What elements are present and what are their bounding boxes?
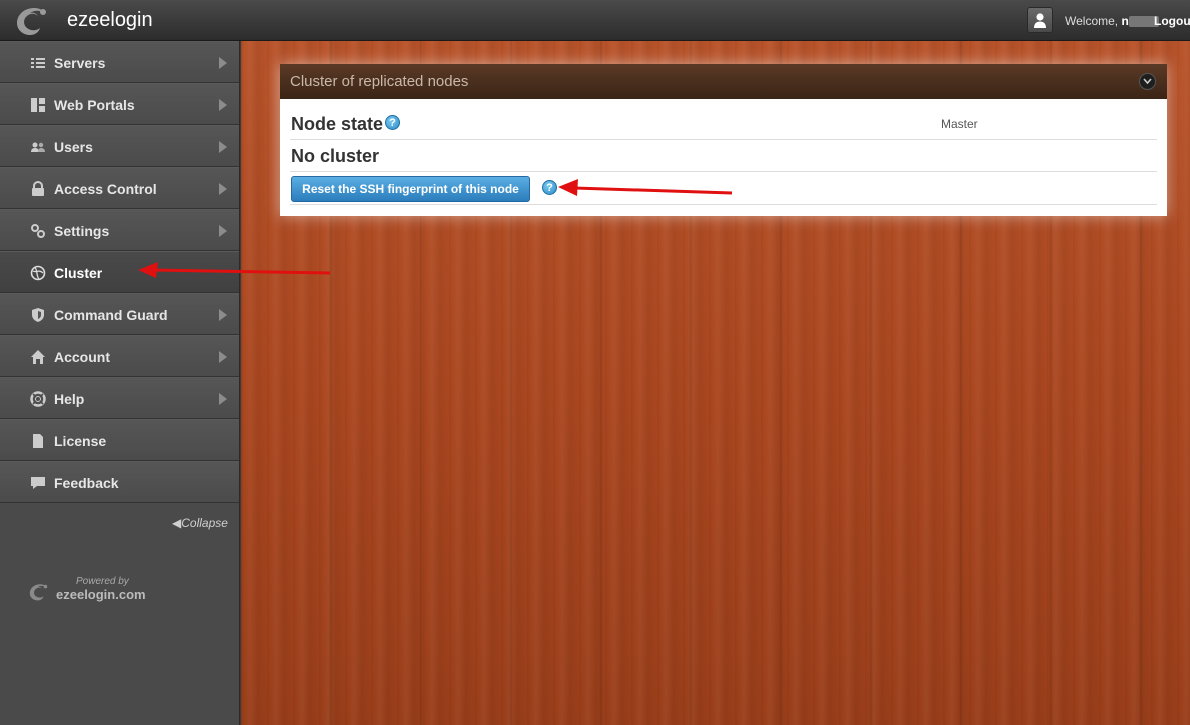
no-cluster-row: No cluster	[290, 140, 1157, 172]
chevron-down-icon	[1143, 78, 1152, 85]
collapse-label: Collapse	[181, 516, 228, 530]
top-bar: ezeelogin Welcome, n Logout	[0, 0, 1190, 41]
sidebar-item-license[interactable]: License	[0, 419, 239, 461]
chevron-right-icon	[219, 99, 227, 111]
sidebar-item-label: Access Control	[54, 181, 157, 197]
welcome-text: Welcome, n	[1065, 14, 1159, 28]
sidebar-item-help[interactable]: Help	[0, 377, 239, 419]
reset-ssh-fingerprint-button[interactable]: Reset the SSH fingerprint of this node	[291, 176, 530, 202]
comment-icon	[31, 477, 45, 489]
cluster-panel: Cluster of replicated nodes Node state ?…	[280, 64, 1167, 216]
panel-header: Cluster of replicated nodes	[280, 64, 1167, 99]
sidebar-item-label: Users	[54, 139, 93, 155]
collapse-sidebar-link[interactable]: ◀Collapse	[172, 516, 228, 530]
sidebar-item-label: Settings	[54, 223, 110, 239]
sidebar-item-label: Feedback	[54, 475, 119, 491]
list-icon	[31, 58, 45, 68]
node-state-value: Master	[941, 117, 978, 131]
users-icon	[31, 142, 45, 152]
sidebar-item-label: License	[54, 433, 107, 449]
help-icon[interactable]: ?	[542, 180, 557, 195]
sidebar-item-cluster[interactable]: Cluster	[0, 251, 239, 293]
node-state-label: Node state	[291, 114, 384, 134]
sidebar-item-servers[interactable]: Servers	[0, 41, 239, 83]
sidebar-item-command-guard[interactable]: Command Guard	[0, 293, 239, 335]
globe-icon	[30, 265, 46, 281]
sidebar-item-label: Web Portals	[54, 97, 135, 113]
chevron-right-icon	[219, 393, 227, 405]
chevron-right-icon	[219, 309, 227, 321]
app-brand[interactable]: ezeelogin	[67, 9, 153, 32]
no-cluster-label: No cluster	[291, 146, 380, 166]
panel-body: Node state ? Master No cluster Reset the…	[280, 99, 1167, 216]
powered-by-text: Powered by	[76, 576, 129, 587]
user-profile-button[interactable]	[1027, 7, 1053, 33]
chevron-right-icon	[219, 57, 227, 69]
sidebar-item-label: Account	[54, 349, 110, 365]
shield-icon	[32, 308, 44, 322]
sidebar-item-account[interactable]: Account	[0, 335, 239, 377]
document-icon	[33, 434, 43, 448]
sidebar-item-label: Cluster	[54, 265, 103, 281]
sidebar-item-users[interactable]: Users	[0, 125, 239, 167]
ezeelogin-small-logo-icon	[29, 584, 48, 601]
reset-fingerprint-row: Reset the SSH fingerprint of this node ?	[290, 172, 1157, 205]
chevron-right-icon	[219, 225, 227, 237]
sidebar-item-label: Help	[54, 391, 85, 407]
powered-by-logo: Powered by ezeelogin.com	[28, 576, 148, 606]
chevron-right-icon	[219, 183, 227, 195]
user-icon	[1034, 13, 1046, 28]
ezeelogin-logo-icon	[17, 8, 46, 35]
chevron-right-icon	[219, 351, 227, 363]
chevron-right-icon	[219, 141, 227, 153]
logout-link[interactable]: Logout	[1154, 14, 1190, 28]
help-icon[interactable]: ?	[385, 115, 400, 130]
node-state-row: Node state ? Master	[290, 99, 1157, 140]
sidebar-item-web-portals[interactable]: Web Portals	[0, 83, 239, 125]
home-icon	[31, 350, 45, 364]
powered-by-domain: ezeelogin.com	[56, 587, 146, 602]
username-initial: n	[1121, 14, 1129, 28]
gears-icon	[31, 224, 45, 238]
lifebuoy-icon	[30, 391, 46, 407]
sidebar-item-feedback[interactable]: Feedback	[0, 461, 239, 503]
sidebar: Servers Web Portals Users Access Control…	[0, 41, 240, 725]
welcome-prefix: Welcome,	[1065, 14, 1119, 28]
sidebar-item-label: Servers	[54, 55, 106, 71]
panel-collapse-toggle[interactable]	[1139, 73, 1156, 90]
sidebar-item-settings[interactable]: Settings	[0, 209, 239, 251]
sidebar-item-access-control[interactable]: Access Control	[0, 167, 239, 209]
sidebar-item-label: Command Guard	[54, 307, 168, 323]
lock-icon	[32, 181, 44, 196]
panel-title: Cluster of replicated nodes	[290, 73, 469, 90]
grid-icon	[31, 98, 45, 112]
triangle-left-icon: ◀	[172, 516, 182, 530]
